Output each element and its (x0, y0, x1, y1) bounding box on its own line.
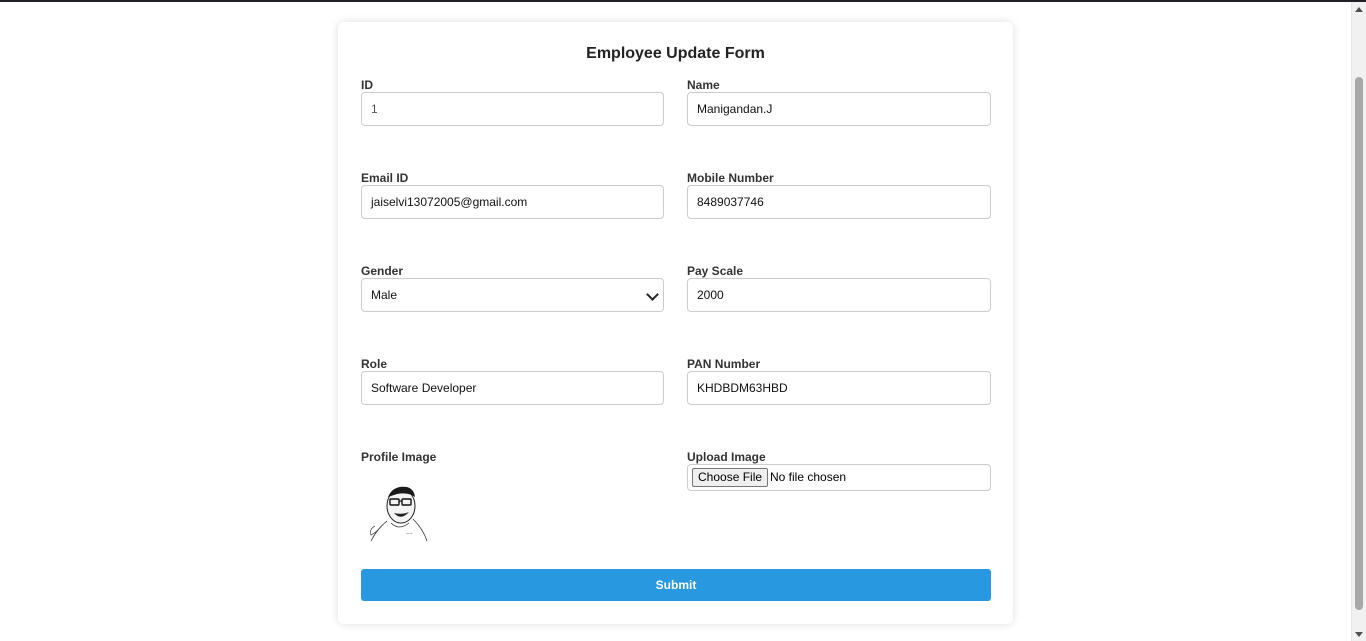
id-field-group: ID 1 (361, 77, 664, 126)
file-input[interactable]: Choose File No file chosen (687, 464, 991, 491)
browser-top-edge (0, 0, 1366, 2)
mobile-input[interactable]: 8489037746 (687, 185, 991, 219)
profile-image-group: Profile Image ~~ (361, 449, 437, 546)
scroll-down-arrow-icon[interactable] (1355, 632, 1363, 637)
pay-scale-field-group: Pay Scale 2000 (687, 263, 991, 312)
name-field-group: Name Manigandan.J (687, 77, 991, 126)
vertical-scrollbar[interactable] (1351, 2, 1366, 641)
pay-scale-input[interactable]: 2000 (687, 278, 991, 312)
chevron-down-icon (646, 288, 659, 301)
svg-text:~~: ~~ (406, 531, 413, 536)
role-field-group: Role Software Developer (361, 356, 664, 405)
submit-button[interactable]: Submit (361, 569, 991, 601)
pan-field-group: PAN Number KHDBDM63HBD (687, 356, 991, 405)
pan-input[interactable]: KHDBDM63HBD (687, 371, 991, 405)
gender-field-group: Gender Male (361, 263, 664, 312)
employee-update-form: Employee Update Form ID 1 Name Maniganda… (338, 22, 1013, 624)
form-title: Employee Update Form (586, 45, 765, 62)
file-status-text: No file chosen (770, 470, 847, 484)
id-input[interactable]: 1 (361, 92, 664, 126)
mobile-field-group: Mobile Number 8489037746 (687, 170, 991, 219)
gender-select[interactable]: Male (361, 278, 664, 312)
profile-image: ~~ (361, 471, 436, 546)
gender-selected-value: Male (371, 288, 398, 302)
scroll-up-arrow-icon[interactable] (1355, 7, 1363, 12)
name-input[interactable]: Manigandan.J (687, 92, 991, 126)
scrollbar-thumb[interactable] (1355, 77, 1363, 610)
choose-file-button[interactable]: Choose File (692, 468, 769, 487)
upload-image-group: Upload Image Choose File No file chosen (687, 449, 991, 491)
email-field-group: Email ID jaiselvi13072005@gmail.com (361, 170, 664, 219)
profile-image-label: Profile Image (361, 450, 437, 464)
role-input[interactable]: Software Developer (361, 371, 664, 405)
email-input[interactable]: jaiselvi13072005@gmail.com (361, 185, 664, 219)
